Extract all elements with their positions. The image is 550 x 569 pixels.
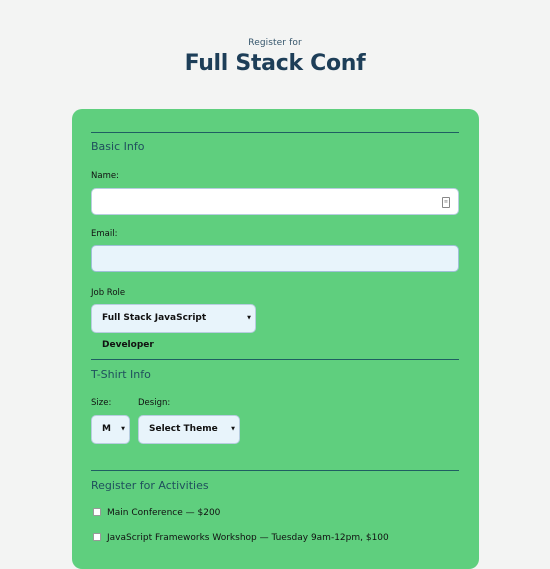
size-select[interactable]: M ▼ xyxy=(91,415,130,444)
job-role-selected: Full Stack JavaScript Developer xyxy=(102,313,207,350)
design-label: Design: xyxy=(138,398,171,408)
design-selected: Select Theme xyxy=(149,424,218,434)
activity-checkbox[interactable] xyxy=(93,507,101,516)
size-label: Size: xyxy=(91,398,112,408)
registration-form: Basic Info Name: ≡ Email: Job Role Full … xyxy=(72,109,479,569)
job-role-select[interactable]: Full Stack JavaScript Developer ▼ xyxy=(91,304,256,350)
activity-label: JavaScript Frameworks Workshop — Tuesday… xyxy=(107,533,389,543)
section-divider xyxy=(91,359,459,360)
page-subtitle: Register for xyxy=(248,38,302,48)
activities-title: Register for Activities xyxy=(91,479,209,492)
job-role-label: Job Role xyxy=(91,288,126,298)
activity-checkbox[interactable] xyxy=(93,532,101,541)
activity-item[interactable]: JavaScript Frameworks Workshop — Tuesday… xyxy=(93,532,389,544)
section-divider xyxy=(91,470,459,471)
email-label: Email: xyxy=(91,229,118,239)
activity-label: Main Conference — $200 xyxy=(107,508,221,518)
page-header: Register for Full Stack Conf xyxy=(0,38,550,76)
email-field[interactable] xyxy=(91,245,459,272)
size-selected: M xyxy=(102,424,111,434)
basic-info-title: Basic Info xyxy=(91,140,145,153)
chevron-down-icon: ▼ xyxy=(231,426,235,432)
name-label: Name: xyxy=(91,171,119,181)
name-field[interactable]: ≡ xyxy=(91,188,459,215)
autofill-icon[interactable]: ≡ xyxy=(442,197,450,208)
section-divider xyxy=(91,132,459,133)
tshirt-info-title: T-Shirt Info xyxy=(91,368,151,381)
chevron-down-icon: ▼ xyxy=(121,426,125,432)
design-select[interactable]: Select Theme ▼ xyxy=(138,415,240,444)
page-title: Full Stack Conf xyxy=(184,51,366,76)
chevron-down-icon: ▼ xyxy=(247,315,251,321)
activity-item[interactable]: Main Conference — $200 xyxy=(93,507,220,519)
